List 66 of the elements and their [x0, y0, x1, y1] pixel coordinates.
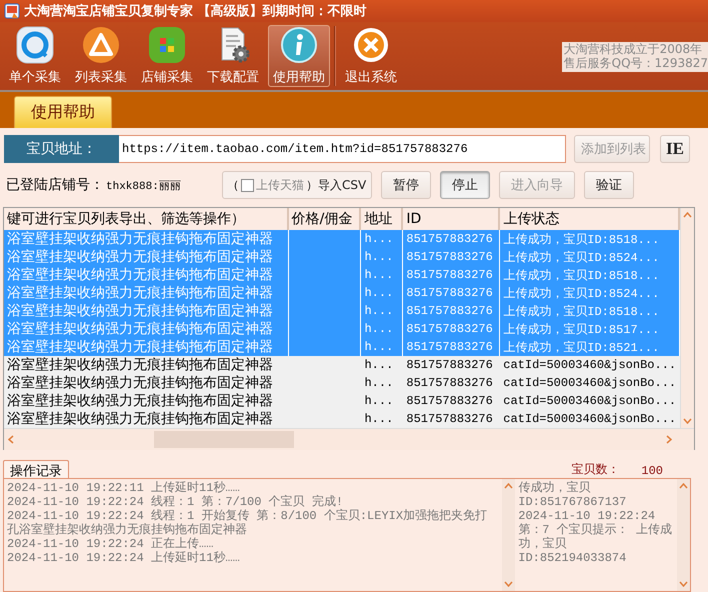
scroll-up-icon[interactable] [683, 212, 692, 218]
scroll-up-icon[interactable] [504, 483, 514, 489]
table-cell-text: 浴室壁挂架收纳强力无痕挂钩拖布固定神器 [6, 356, 274, 374]
table-cell-text: h... [363, 393, 394, 410]
table-cell-text: 浴室壁挂架收纳强力无痕挂钩拖布固定神器 [6, 374, 274, 392]
log-line: 2024-11-10 19:22:24 正在上传…… [7, 537, 214, 551]
table-cell-text: 851757883276 [405, 357, 494, 374]
vertical-scrollbar[interactable] [502, 479, 516, 591]
info-icon [280, 26, 318, 64]
table-cell-text: catId=50003460&jsonBo... [502, 411, 678, 428]
log-line: 第：7 个宝贝提示： 上传成功，宝贝 [518, 523, 673, 551]
log-line: 2024-11-10 19:22:24 [518, 509, 656, 523]
ie-button[interactable]: IE [660, 135, 690, 163]
log-line: ID:852194033874 [518, 551, 628, 565]
item-count: 100 [641, 464, 663, 478]
import-csv-button[interactable]: ）导入CSV [306, 176, 366, 194]
action-button[interactable]: 停止 [440, 171, 490, 199]
log-line: 传成功，宝贝 [518, 481, 592, 495]
table-cell-text: h... [363, 375, 394, 392]
log-line: 2024-11-10 19:22:11 上传延时11秒…… [7, 481, 241, 495]
table-cell-text: catId=50003460&jsonBo... [502, 393, 678, 410]
close-icon [352, 26, 390, 64]
scroll-right-icon[interactable] [666, 435, 672, 444]
table-cell-text: 851757883276 [405, 411, 494, 428]
action-button[interactable]: 验证 [584, 171, 634, 199]
log-line: 2024-11-10 19:22:24 线程：1 第：7/100 个宝贝 完成! [7, 495, 344, 509]
log-tab[interactable]: 操作记录 [3, 460, 69, 478]
search-icon [16, 26, 54, 64]
shop-label: 已登陆店铺号： [6, 176, 104, 194]
item-count-label: 宝贝数： [571, 461, 620, 478]
tab[interactable]: 使用帮助 [14, 96, 112, 128]
app-icon [4, 2, 20, 19]
table-cell-text: h... [363, 411, 394, 428]
toolbar-button[interactable]: 列表采集 [70, 24, 132, 87]
url-field[interactable]: https://item.taobao.com/item.htm?id=851757883276 [119, 135, 566, 163]
horizontal-scrollbar[interactable] [4, 428, 694, 450]
grid-icon [148, 26, 186, 64]
log-line: 2024-11-10 19:22:24 线程：1 开始复传 第：8/100 个宝贝:LEYIX加强拖把夹免打孔浴室壁挂架收纳强力无痕挂钩拖布固定神器 [7, 509, 488, 537]
toolbar-button[interactable]: 退出系统 [340, 24, 402, 87]
table-cell-text: 851757883276 [405, 375, 494, 392]
toolbar-button[interactable]: 店铺采集 [136, 24, 198, 87]
vertical-scrollbar[interactable] [677, 479, 690, 591]
log-line: 2024-11-10 19:22:24 上传延时11秒…… [7, 551, 241, 565]
bracket-text: （ [227, 176, 239, 194]
table-cell-text: 851757883276 [405, 393, 494, 410]
table-cell-text: h... [363, 357, 394, 374]
notice-text: 售后服务QQ号：1293827 [564, 56, 708, 70]
scroll-up-icon[interactable] [679, 483, 688, 489]
vertical-scrollbar[interactable] [680, 208, 694, 428]
toolbar-button[interactable]: 下载配置 [202, 24, 264, 87]
table-cell-text: 浴室壁挂架收纳强力无痕挂钩拖布固定神器 [6, 392, 274, 410]
scroll-down-icon[interactable] [683, 418, 692, 424]
scroll-left-icon[interactable] [8, 435, 14, 444]
table-cell-text: catId=50003460&jsonBo... [502, 375, 678, 392]
scroll-down-icon[interactable] [679, 581, 688, 587]
toolbar-button[interactable]: 使用帮助 [268, 24, 330, 87]
toolbar-button[interactable]: 单个采集 [4, 24, 66, 87]
scroll-down-icon[interactable] [504, 581, 514, 587]
log-line: ID:851767867137 [518, 495, 628, 509]
table-cell-text: catId=50003460&jsonBo... [502, 357, 678, 374]
window-title: 大淘营淘宝店铺宝贝复制专家 【高级版】到期时间：不限时 [24, 2, 367, 20]
notice-text: 大淘营科技成立于2008年 [564, 42, 704, 56]
shop-account: thxk888:丽丽 [106, 180, 182, 192]
url-label: 宝贝地址： [4, 135, 119, 163]
table-cell-text: 浴室壁挂架收纳强力无痕挂钩拖布固定神器 [6, 410, 274, 428]
action-button[interactable]: 暂停 [381, 171, 431, 199]
